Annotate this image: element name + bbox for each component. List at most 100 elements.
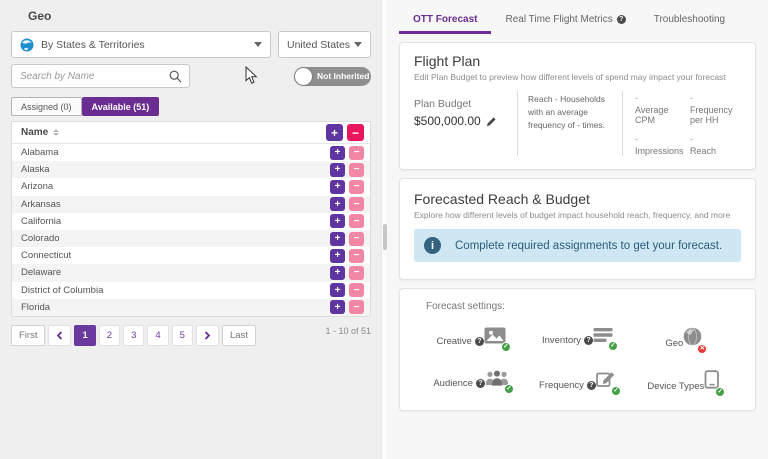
remove-state-button[interactable]: −: [349, 146, 364, 160]
metric-value: -: [635, 93, 686, 103]
country-value: United States: [287, 39, 350, 51]
flight-plan-content: Plan Budget $500,000.00 Reach - Househol…: [414, 91, 741, 156]
row-actions: +−: [330, 180, 364, 194]
help-icon[interactable]: ?: [617, 15, 626, 24]
remove-state-button[interactable]: −: [349, 232, 364, 246]
toggle-label: Not Inherited: [317, 71, 369, 81]
row-actions: +−: [330, 232, 364, 246]
state-name: Delaware: [21, 267, 330, 278]
list-icon[interactable]: ✓: [593, 327, 613, 348]
geo-type-dropdown[interactable]: By States & Territories: [11, 31, 271, 58]
metric-frequency-per-hh: -Frequency per HH: [690, 93, 741, 125]
remove-state-button[interactable]: −: [349, 197, 364, 211]
add-state-button[interactable]: +: [330, 300, 345, 314]
sort-icon[interactable]: [53, 129, 59, 136]
state-name: Alaska: [21, 164, 330, 175]
remove-state-button[interactable]: −: [349, 300, 364, 314]
table-row[interactable]: Arkansas+−: [12, 196, 370, 213]
tab-available[interactable]: Available (51): [82, 97, 160, 116]
remove-state-button[interactable]: −: [349, 163, 364, 177]
add-state-button[interactable]: +: [330, 266, 345, 280]
setting-label-text: Inventory: [542, 335, 581, 346]
toggle-knob: [295, 68, 312, 85]
table-row[interactable]: Alabama+−: [12, 144, 370, 161]
inherited-toggle[interactable]: Not Inherited: [294, 67, 371, 86]
remove-state-button[interactable]: −: [349, 249, 364, 263]
setting-creative: Creative?✓: [418, 321, 524, 351]
pagination-page-2[interactable]: 2: [99, 325, 120, 346]
metric-label: Frequency per HH: [690, 105, 741, 125]
tab-assigned[interactable]: Assigned (0): [11, 97, 82, 116]
table-header: Name + −: [12, 122, 370, 144]
table-row[interactable]: District of Columbia+−: [12, 282, 370, 299]
add-state-button[interactable]: +: [330, 232, 345, 246]
pagination-page-5[interactable]: 5: [172, 325, 193, 346]
info-alert-text: Complete required assignments to get you…: [455, 240, 722, 252]
remove-state-button[interactable]: −: [349, 214, 364, 228]
setting-label-text: Device Types: [647, 381, 704, 392]
add-all-button[interactable]: +: [326, 124, 343, 141]
remove-all-button[interactable]: −: [347, 124, 364, 141]
add-state-button[interactable]: +: [330, 283, 345, 297]
add-state-button[interactable]: +: [330, 214, 345, 228]
image-icon[interactable]: ✓: [484, 327, 506, 349]
tab-real-time-flight-metrics[interactable]: Real Time Flight Metrics ?: [491, 6, 639, 34]
remove-state-button[interactable]: −: [349, 266, 364, 280]
tab-label: Troubleshooting: [654, 14, 725, 25]
search-input[interactable]: [12, 65, 189, 87]
help-icon[interactable]: ?: [584, 336, 593, 345]
tab-ott-forecast[interactable]: OTT Forecast: [399, 6, 491, 34]
table-row[interactable]: Delaware+−: [12, 264, 370, 281]
assignment-tabs: Assigned (0) Available (51): [11, 97, 371, 116]
metric-average-cpm: - Average CPM: [635, 93, 686, 125]
pagination-prev-button[interactable]: [48, 325, 71, 346]
add-state-button[interactable]: +: [330, 249, 345, 263]
remove-state-button[interactable]: −: [349, 180, 364, 194]
table-row[interactable]: Alaska+−: [12, 161, 370, 178]
pagination-first-button[interactable]: First: [11, 325, 45, 346]
pagination-page-3[interactable]: 3: [123, 325, 144, 346]
forecast-settings-label: Forecast settings:: [426, 301, 737, 312]
people-icon[interactable]: ✓: [485, 370, 509, 391]
setting-label-text: Frequency: [539, 380, 584, 391]
setting-label-text: Audience: [433, 378, 473, 389]
pagination-range-label: 1 - 10 of 51: [325, 326, 371, 336]
pagination-next-button[interactable]: [196, 325, 219, 346]
country-dropdown[interactable]: United States: [278, 31, 371, 58]
state-name: Colorado: [21, 233, 330, 244]
globe-icon: [20, 38, 34, 52]
status-complete-badge: ✓: [501, 342, 511, 352]
setting-label-geo: Geo: [665, 338, 683, 349]
setting-label-text: Creative: [436, 336, 471, 347]
info-icon: i: [424, 237, 441, 254]
add-state-button[interactable]: +: [330, 146, 345, 160]
name-column-header[interactable]: Name: [21, 127, 48, 138]
chevron-down-icon: [354, 42, 362, 47]
forecast-settings-grid: Creative?✓Inventory?✓Geo✕Audience?✓Frequ…: [418, 321, 737, 394]
table-row[interactable]: Connecticut+−: [12, 247, 370, 264]
metric-label: Average CPM: [635, 105, 686, 125]
add-state-button[interactable]: +: [330, 180, 345, 194]
table-row[interactable]: California+−: [12, 213, 370, 230]
add-state-button[interactable]: +: [330, 163, 345, 177]
pagination-last-button[interactable]: Last: [222, 325, 256, 346]
plan-budget-value: $500,000.00: [414, 114, 481, 128]
add-state-button[interactable]: +: [330, 197, 345, 211]
metric-reach: -Reach: [690, 134, 741, 156]
table-row[interactable]: Arizona+−: [12, 178, 370, 195]
device-icon[interactable]: ✓: [704, 370, 720, 394]
remove-state-button[interactable]: −: [349, 283, 364, 297]
edit-budget-icon[interactable]: [486, 116, 497, 127]
help-icon[interactable]: ?: [587, 381, 596, 390]
help-icon[interactable]: ?: [475, 337, 484, 346]
table-row[interactable]: Florida+−: [12, 299, 370, 316]
pagination-page-4[interactable]: 4: [147, 325, 168, 346]
edit-icon[interactable]: ✓: [596, 370, 616, 393]
table-row[interactable]: Colorado+−: [12, 230, 370, 247]
tab-troubleshooting[interactable]: Troubleshooting: [640, 6, 739, 34]
pagination-page-1[interactable]: 1: [74, 325, 95, 346]
help-icon[interactable]: ?: [476, 379, 485, 388]
globe-icon[interactable]: ✕: [683, 327, 702, 351]
state-name: Connecticut: [21, 250, 330, 261]
setting-label-audience: Audience?: [433, 378, 485, 389]
